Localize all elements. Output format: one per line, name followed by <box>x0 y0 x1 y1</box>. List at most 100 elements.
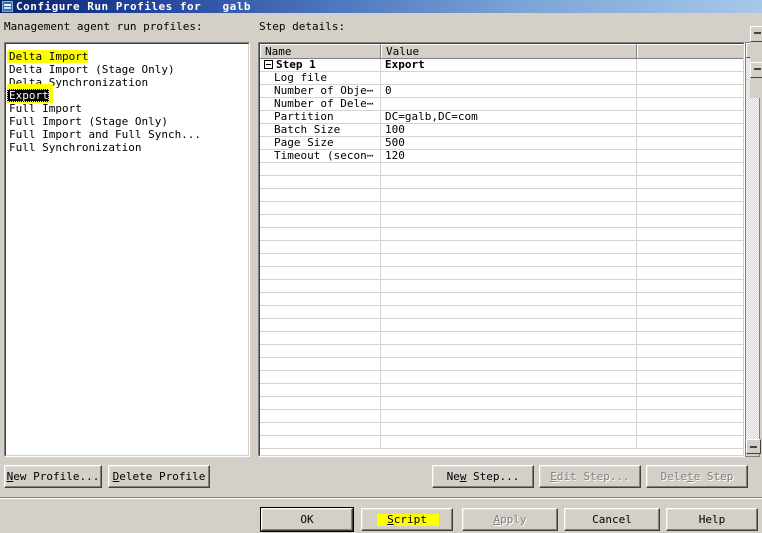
table-row[interactable]: Step 1 Export <box>260 59 743 72</box>
step-details-body[interactable]: Step 1 Export Log file Number of Obje⋯ 0 Numb… <box>260 59 743 449</box>
table-row[interactable]: Log file <box>260 72 743 85</box>
run-profiles-listbox[interactable]: Delta Import Delta Import (Stage Only) Del… <box>4 42 250 457</box>
table-row[interactable]: Number of Obje⋯ 0 <box>260 85 743 98</box>
table-row-empty <box>260 215 743 228</box>
step-details-label: Step details: <box>259 20 346 33</box>
cell-name <box>260 241 381 253</box>
cell-extra <box>637 306 743 318</box>
table-row-empty <box>260 293 743 306</box>
list-item[interactable]: Delta Import (Stage Only) <box>7 58 248 76</box>
step-details-vscrollbar[interactable] <box>745 42 761 457</box>
column-header-value[interactable]: Value <box>381 44 637 58</box>
table-row-empty <box>260 176 743 189</box>
table-row[interactable]: Page Size 500 <box>260 137 743 150</box>
table-row-empty <box>260 345 743 358</box>
cell-name <box>260 332 381 344</box>
cell-extra <box>637 280 743 292</box>
cell-name <box>260 319 381 331</box>
window-vscrollbar-top[interactable] <box>750 26 762 62</box>
cell-name: Step 1 <box>260 59 381 71</box>
cell-value <box>381 306 637 318</box>
ok-button[interactable]: OK <box>261 508 353 531</box>
list-item[interactable]: Delta Import <box>7 45 248 63</box>
cell-extra <box>637 202 743 214</box>
window-scroll-thumb[interactable] <box>750 62 762 78</box>
table-row[interactable]: Timeout (secon⋯ 120 <box>260 150 743 163</box>
cell-value <box>381 332 637 344</box>
collapse-expander-icon[interactable] <box>264 59 273 69</box>
cell-value <box>381 267 637 279</box>
cell-name <box>260 228 381 240</box>
cell-value <box>381 163 637 175</box>
cell-extra <box>637 319 743 331</box>
list-item[interactable]: Full Import <box>7 97 248 115</box>
cell-value <box>381 241 637 253</box>
table-row-empty <box>260 397 743 410</box>
cell-name: Number of Obje⋯ <box>260 85 381 97</box>
cell-name <box>260 202 381 214</box>
new-profile-button-label: New Profile... <box>7 470 100 483</box>
cell-extra <box>637 267 743 279</box>
apply-button[interactable]: Apply <box>462 508 558 531</box>
cancel-button-label: Cancel <box>592 513 632 526</box>
cell-value <box>381 228 637 240</box>
cell-value <box>381 410 637 422</box>
cell-extra <box>637 436 743 448</box>
delete-step-button[interactable]: Delete Step <box>646 465 748 488</box>
scroll-down-arrow-icon[interactable] <box>746 439 761 454</box>
cell-value <box>381 436 637 448</box>
help-button[interactable]: Help <box>666 508 758 531</box>
table-row[interactable]: Number of Dele⋯ <box>260 98 743 111</box>
cell-value <box>381 254 637 266</box>
cell-name-text: Step 1 <box>276 59 316 71</box>
cell-name: Timeout (secon⋯ <box>260 150 381 162</box>
cell-extra <box>637 215 743 227</box>
window-vscrollbar-thumb[interactable] <box>750 62 762 98</box>
step-details-table[interactable]: Name Value Step 1 Export Log file Number of … <box>258 42 745 457</box>
button-bar-separator <box>0 497 762 499</box>
button-text: New Step... <box>446 470 520 483</box>
app-window-icon <box>2 1 13 12</box>
cell-extra <box>637 111 743 123</box>
button-text: New Profile... <box>6 470 100 483</box>
button-text: Apply <box>493 513 527 526</box>
button-text: Edit Step... <box>550 470 630 483</box>
run-profiles-items[interactable]: Delta Import Delta Import (Stage Only) Del… <box>6 44 248 154</box>
cell-extra <box>637 241 743 253</box>
cancel-button[interactable]: Cancel <box>564 508 660 531</box>
cell-extra <box>637 150 743 162</box>
cell-name <box>260 215 381 227</box>
table-row-empty <box>260 371 743 384</box>
window-scroll-up-arrow-icon[interactable] <box>750 26 762 42</box>
list-item[interactable]: Full Import and Full Synch... <box>7 123 248 141</box>
cell-value <box>381 384 637 396</box>
script-button[interactable]: Script <box>361 508 453 531</box>
table-row-empty <box>260 423 743 436</box>
cell-value <box>381 189 637 201</box>
table-row-empty <box>260 241 743 254</box>
table-row[interactable]: Batch Size 100 <box>260 124 743 137</box>
table-row-empty <box>260 358 743 371</box>
edit-step-button[interactable]: Edit Step... <box>539 465 641 488</box>
table-row-empty <box>260 436 743 449</box>
list-item[interactable]: Delta Synchronization <box>7 71 248 89</box>
delete-profile-button[interactable]: Delete Profile <box>108 465 210 488</box>
cell-value <box>381 202 637 214</box>
ok-button-label: OK <box>300 513 313 526</box>
cell-extra <box>637 397 743 409</box>
table-row-empty <box>260 280 743 293</box>
list-item[interactable]: Full Synchronization <box>7 136 248 154</box>
cell-extra <box>637 72 743 84</box>
apply-button-label: Apply <box>493 513 526 526</box>
list-item[interactable]: Full Import (Stage Only) <box>7 110 248 128</box>
table-row-empty <box>260 189 743 202</box>
cell-value <box>381 319 637 331</box>
scrollbar-track[interactable] <box>746 58 759 439</box>
table-row-empty <box>260 410 743 423</box>
column-header-blank[interactable] <box>637 44 743 58</box>
column-header-name[interactable]: Name <box>260 44 381 58</box>
new-step-button[interactable]: New Step... <box>432 465 534 488</box>
table-row[interactable]: Partition DC=galb,DC=com <box>260 111 743 124</box>
cell-extra <box>637 423 743 435</box>
new-profile-button[interactable]: New Profile... <box>4 465 102 488</box>
